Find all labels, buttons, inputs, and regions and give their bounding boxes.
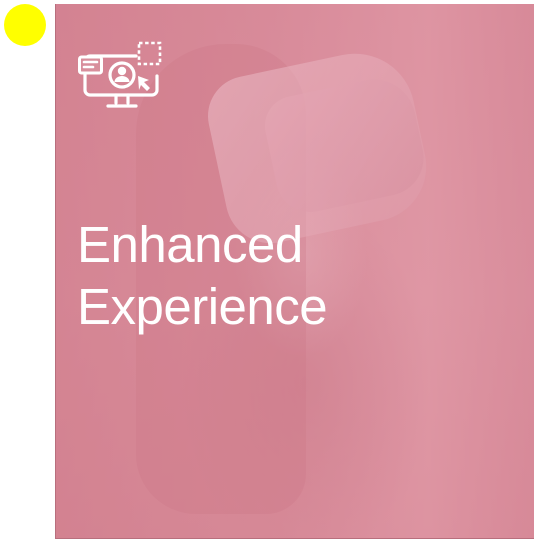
feature-card[interactable]: Enhanced Experience	[55, 4, 534, 539]
card-title-line-1: Enhanced	[77, 216, 303, 273]
card-title-line-2: Experience	[77, 278, 328, 335]
stage: Enhanced Experience	[0, 0, 536, 542]
yellow-marker-dot	[4, 4, 46, 46]
monitor-user-cursor-icon	[78, 41, 162, 108]
card-title: Enhanced Experience	[77, 214, 328, 338]
